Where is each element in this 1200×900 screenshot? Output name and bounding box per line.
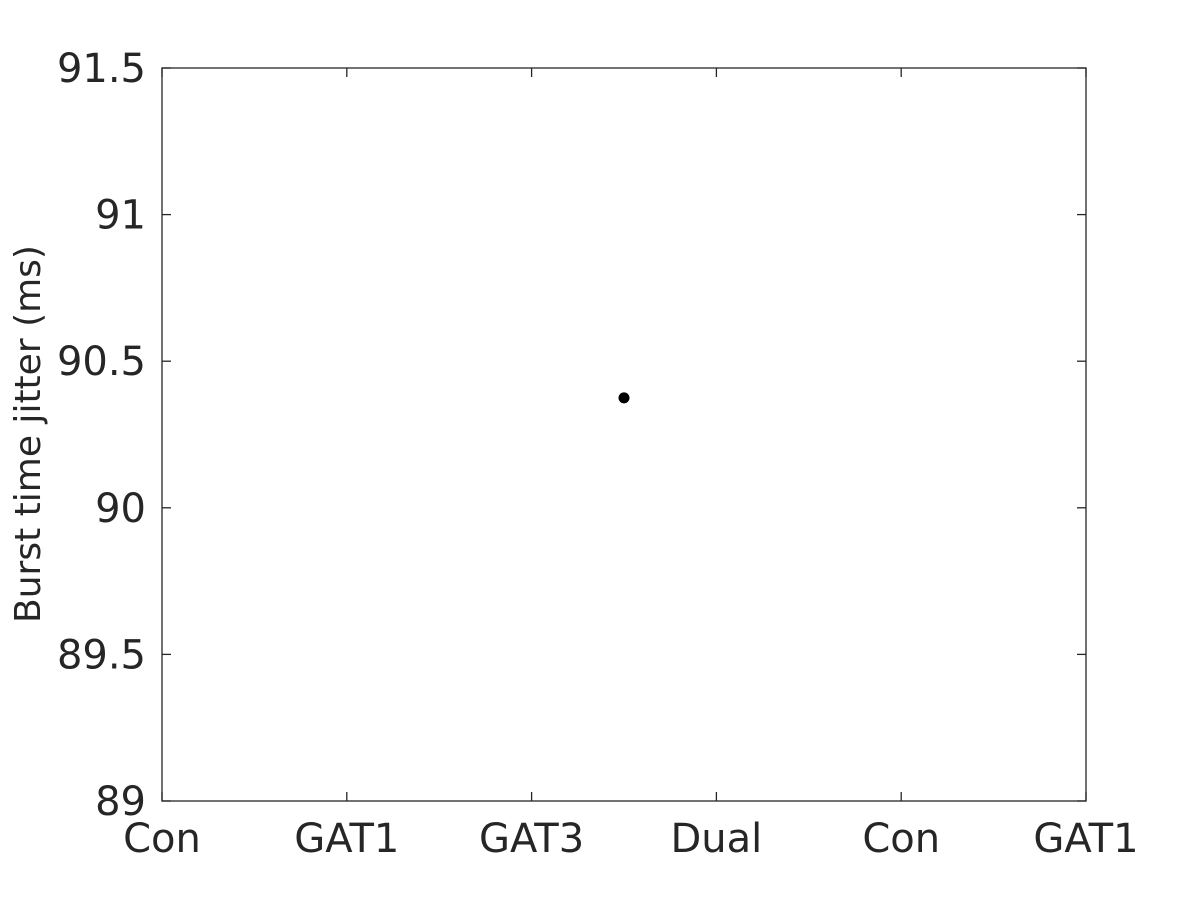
x-tick-label: Dual <box>671 816 763 862</box>
y-tick-labels: 89 89.5 90 90.5 91 91.5 <box>57 46 146 825</box>
y-tick-label: 90 <box>95 486 146 532</box>
y-tick-label: 90.5 <box>57 339 146 385</box>
chart: Con GAT1 GAT3 Dual Con GAT1 8989.59090.59191.… <box>8 46 1139 862</box>
y-tick-label: 89.5 <box>57 632 146 678</box>
y-tick-label: 91 <box>95 193 146 239</box>
x-tick-label: GAT1 <box>294 816 399 862</box>
data-points <box>618 392 630 404</box>
x-tick-label: GAT3 <box>479 816 584 862</box>
x-tick-label: Con <box>862 816 940 862</box>
x-tick-label: GAT1 <box>1033 816 1138 862</box>
y-tick-label: 91.5 <box>57 46 146 92</box>
y-tick-label: 89 <box>95 779 146 825</box>
y-axis-label: Burst time jitter (ms) <box>8 245 49 623</box>
data-point <box>618 392 630 404</box>
plot-background <box>162 68 1086 801</box>
x-tick-labels: Con GAT1 GAT3 Dual Con GAT1 <box>123 816 1138 862</box>
